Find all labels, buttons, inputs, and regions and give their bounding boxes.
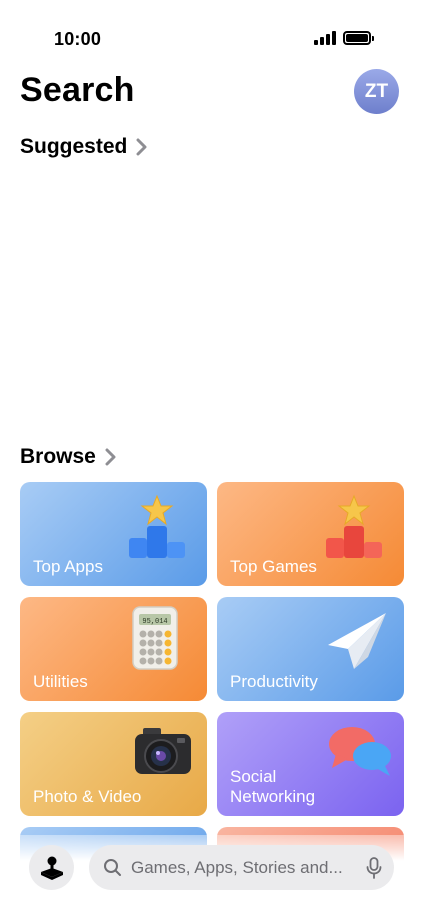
- category-tile-productivity[interactable]: Productivity: [217, 597, 404, 701]
- search-placeholder: Games, Apps, Stories and...: [131, 857, 343, 877]
- tile-label: Top Apps: [33, 557, 103, 576]
- paper-plane-icon: [328, 613, 386, 669]
- arcade-button[interactable]: [29, 845, 74, 890]
- tile-label: Utilities: [33, 672, 88, 691]
- browse-section-header[interactable]: Browse: [20, 445, 117, 469]
- joystick-icon: [40, 856, 63, 880]
- search-field[interactable]: Games, Apps, Stories and...: [89, 845, 394, 890]
- category-tile-utilities[interactable]: 95,014 Utilities: [20, 597, 207, 701]
- tile-label: Photo & Video: [33, 787, 142, 806]
- podium-star-blue-icon: [129, 494, 185, 558]
- podium-star-red-icon: [326, 494, 382, 558]
- calculator-icon: 95,014: [132, 606, 178, 670]
- page-title: Search: [20, 71, 135, 109]
- category-tile-photo-video[interactable]: Photo & Video: [20, 712, 207, 816]
- category-tile-social-networking[interactable]: Social Networking: [217, 712, 404, 816]
- microphone-icon[interactable]: [366, 856, 382, 879]
- suggested-label: Suggested: [20, 135, 128, 158]
- tile-label: Social Networking: [230, 767, 316, 806]
- calculator-display-text: 95,014: [142, 618, 167, 626]
- tile-label: Productivity: [230, 672, 318, 691]
- tile-label: Top Games: [230, 557, 317, 576]
- category-tile-top-apps[interactable]: Top Apps: [20, 482, 207, 586]
- status-bar: 10:00: [0, 0, 423, 60]
- status-time: 10:00: [54, 29, 102, 49]
- chat-bubbles-icon: [329, 727, 391, 776]
- suggested-section-header[interactable]: Suggested: [20, 135, 148, 159]
- chevron-right-icon: [105, 448, 116, 466]
- chevron-right-icon: [136, 138, 147, 156]
- category-tile-top-games[interactable]: Top Games: [217, 482, 404, 586]
- cellular-signal-icon: [314, 31, 336, 45]
- camera-icon: [135, 728, 191, 774]
- battery-icon: [343, 31, 374, 45]
- search-icon: [104, 859, 121, 876]
- account-avatar-button[interactable]: ZT: [354, 69, 399, 114]
- browse-label: Browse: [20, 445, 96, 468]
